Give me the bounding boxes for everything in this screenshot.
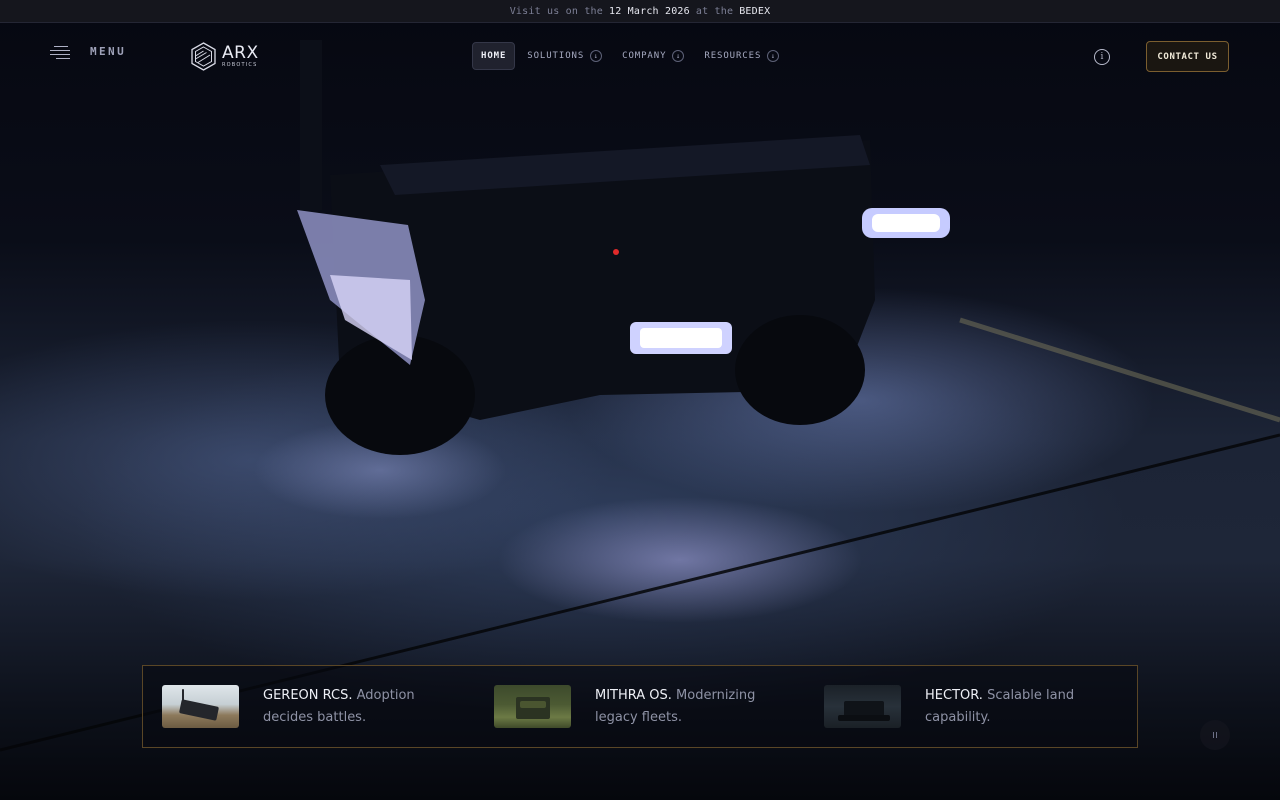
- info-icon[interactable]: i: [1094, 49, 1110, 65]
- product-name: GEREON RCS.: [263, 687, 357, 703]
- nav-solutions[interactable]: SOLUTIONS ↓: [519, 42, 610, 70]
- logo-subtext: ROBOTICS: [222, 62, 258, 68]
- product-card-hector[interactable]: HECTOR. Scalable land capability.: [805, 666, 1136, 747]
- product-name: HECTOR.: [925, 687, 988, 703]
- product-card-gereon[interactable]: GEREON RCS. Adoption decides battles.: [143, 666, 474, 747]
- arrow-down-icon: ↓: [672, 50, 685, 62]
- nav-home[interactable]: HOME: [472, 42, 516, 70]
- hamburger-icon: [50, 45, 72, 59]
- nav-resources[interactable]: RESOURCES ↓: [696, 42, 787, 70]
- announcement-bar: Visit us on the 12 March 2026 at the BED…: [0, 0, 1280, 23]
- product-card-mithra[interactable]: MITHRA OS. Modernizing legacy fleets.: [474, 666, 805, 747]
- nav-company[interactable]: COMPANY ↓: [614, 42, 692, 70]
- product-strip: GEREON RCS. Adoption decides battles. MI…: [142, 665, 1138, 748]
- arrow-down-icon: ↓: [767, 50, 780, 62]
- product-name: MITHRA OS.: [595, 687, 677, 703]
- announcement-event[interactable]: BEDEX: [739, 6, 770, 17]
- announcement-date: 12 March 2026: [609, 5, 690, 17]
- menu-label: MENU: [90, 45, 127, 58]
- menu-button[interactable]: MENU: [50, 45, 127, 59]
- nav-company-label: COMPANY: [622, 51, 667, 61]
- arx-logo-icon: [191, 42, 216, 71]
- pause-icon[interactable]: [1200, 720, 1230, 750]
- logo[interactable]: ARX ROBOTICS: [191, 42, 259, 71]
- product-text: HECTOR. Scalable land capability.: [925, 685, 1105, 729]
- main-nav: HOME SOLUTIONS ↓ COMPANY ↓ RESOURCES ↓: [472, 42, 787, 70]
- product-thumbnail: [162, 685, 239, 728]
- product-thumbnail: [494, 685, 571, 728]
- logo-text: ARX: [222, 43, 259, 63]
- announcement-prefix: Visit us on the: [509, 5, 603, 17]
- announcement-middle: at the: [695, 5, 734, 17]
- product-text: GEREON RCS. Adoption decides battles.: [263, 685, 443, 729]
- arrow-down-icon: ↓: [590, 50, 603, 62]
- contact-us-button[interactable]: CONTACT US: [1146, 41, 1229, 72]
- nav-resources-label: RESOURCES: [704, 51, 762, 61]
- site-header: MENU ARX ROBOTICS HOME SOLUTIONS ↓ COMPA…: [0, 23, 1280, 89]
- product-text: MITHRA OS. Modernizing legacy fleets.: [595, 685, 775, 729]
- nav-solutions-label: SOLUTIONS: [527, 51, 585, 61]
- product-thumbnail: [824, 685, 901, 728]
- nav-home-label: HOME: [481, 51, 507, 61]
